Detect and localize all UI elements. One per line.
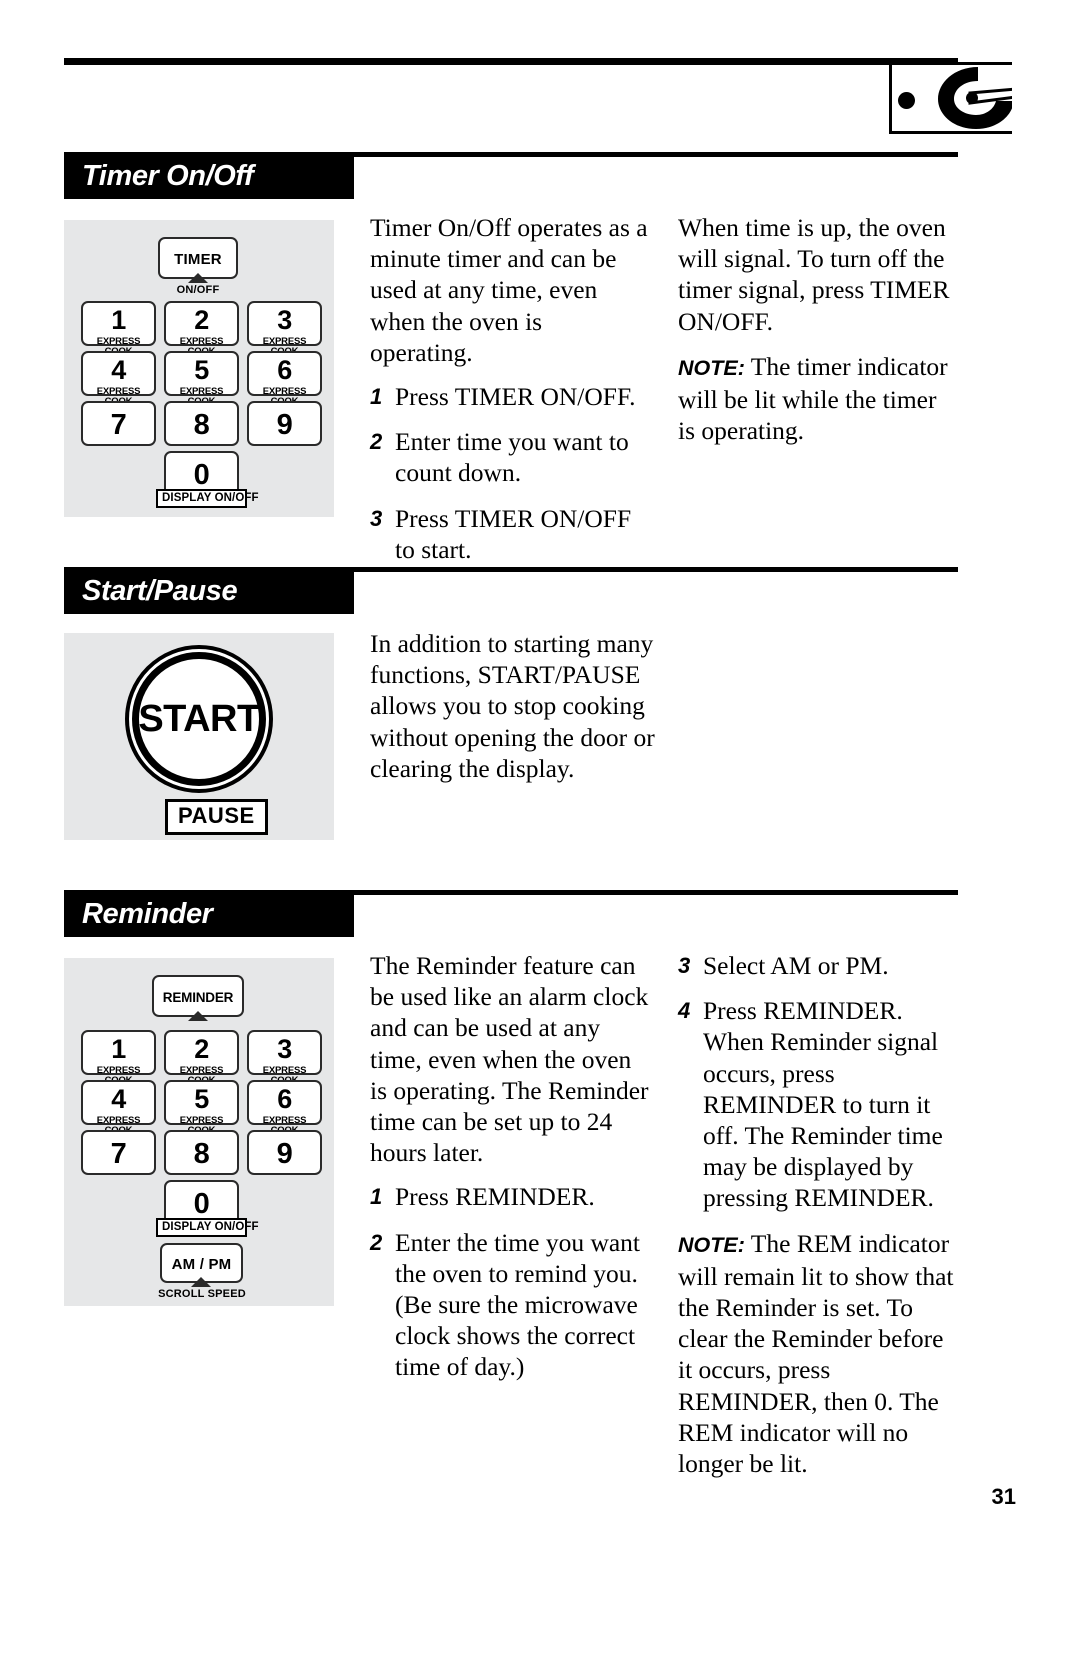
timer-step-1: 1 Press TIMER ON/OFF. bbox=[370, 381, 650, 412]
reminder-step-4: 4 Press REMINDER. When Reminder signal o… bbox=[678, 995, 958, 1213]
key-9-number: 9 bbox=[276, 409, 293, 441]
start-pause-paragraph: In addition to starting many functions, … bbox=[370, 629, 655, 783]
key-6[interactable]: 6 EXPRESS COOK bbox=[247, 1080, 322, 1135]
corner-icon-box bbox=[889, 62, 1012, 134]
start-pause-text-column: In addition to starting many functions, … bbox=[370, 628, 660, 798]
corner-dot-icon bbox=[898, 92, 915, 109]
reminder-text-column-left: The Reminder feature can be used like an… bbox=[370, 950, 650, 1397]
key-3[interactable]: 3 EXPRESS COOK bbox=[247, 1030, 322, 1085]
key-5-number: 5 bbox=[194, 355, 209, 385]
key-5-number: 5 bbox=[194, 1084, 209, 1114]
timer-key-caption: ON/OFF bbox=[176, 284, 220, 296]
timer-step-3-text: Press TIMER ON/OFF to start. bbox=[395, 503, 632, 564]
ampm-key-notch-icon bbox=[191, 1277, 211, 1287]
timer-intro-paragraph: Timer On/Off operates as a minute timer … bbox=[370, 213, 648, 367]
reminder-step-1-number: 1 bbox=[370, 1184, 383, 1210]
key-8[interactable]: 8 bbox=[164, 1130, 239, 1175]
key-1[interactable]: 1 EXPRESS COOK bbox=[81, 301, 156, 356]
key-4[interactable]: 4 EXPRESS COOK bbox=[81, 1080, 156, 1135]
reminder-step-3-number: 3 bbox=[678, 953, 691, 978]
timer-text-column-right: When time is up, the oven will signal. T… bbox=[678, 212, 958, 460]
timer-note-label: NOTE: bbox=[678, 355, 745, 380]
reminder-step-4-text: Press REMINDER. When Reminder signal occ… bbox=[703, 996, 943, 1213]
key-2-number: 2 bbox=[194, 305, 209, 335]
key-7[interactable]: 7 bbox=[81, 1130, 156, 1175]
key-8-number: 8 bbox=[193, 1138, 210, 1170]
section-title: Timer On/Off bbox=[82, 160, 254, 192]
key-9[interactable]: 9 bbox=[247, 401, 322, 446]
timer-step-3-number: 3 bbox=[370, 505, 383, 531]
pause-label: PAUSE bbox=[178, 803, 255, 828]
page-number: 31 bbox=[991, 1484, 1016, 1509]
timer-note: NOTE: The timer indicator will be lit wh… bbox=[678, 351, 958, 447]
reminder-text-column-right: 3 Select AM or PM. 4 Press REMINDER. Whe… bbox=[678, 950, 958, 1493]
reminder-step-2-text: Enter the time you want the oven to remi… bbox=[395, 1227, 641, 1382]
top-divider-rule bbox=[64, 58, 958, 65]
reminder-step-2-number: 2 bbox=[370, 1229, 383, 1255]
key-2[interactable]: 2 EXPRESS COOK bbox=[164, 1030, 239, 1085]
timer-step-2-number: 2 bbox=[370, 429, 383, 455]
key-1[interactable]: 1 EXPRESS COOK bbox=[81, 1030, 156, 1085]
key-8[interactable]: 8 bbox=[164, 401, 239, 446]
key-6-number: 6 bbox=[277, 355, 292, 385]
key-5[interactable]: 5 EXPRESS COOK bbox=[164, 1080, 239, 1135]
key-4[interactable]: 4 EXPRESS COOK bbox=[81, 351, 156, 406]
key-9[interactable]: 9 bbox=[247, 1130, 322, 1175]
reminder-step-3-text: Select AM or PM. bbox=[703, 951, 889, 980]
reminder-keypad-panel: REMINDER 1 EXPRESS COOK 2 EXPRESS COOK 3… bbox=[64, 958, 334, 1306]
reminder-step-3: 3 Select AM or PM. bbox=[678, 950, 958, 981]
timer-right-paragraph: When time is up, the oven will signal. T… bbox=[678, 213, 950, 336]
key-5[interactable]: 5 EXPRESS COOK bbox=[164, 351, 239, 406]
timer-step-1-number: 1 bbox=[370, 384, 383, 410]
section-title: Start/Pause bbox=[82, 575, 238, 607]
pause-label-box[interactable]: PAUSE bbox=[165, 799, 268, 835]
key-3[interactable]: 3 EXPRESS COOK bbox=[247, 301, 322, 356]
timer-step-2-text: Enter time you want to count down. bbox=[395, 427, 629, 488]
key-7-number: 7 bbox=[110, 409, 127, 441]
key-1-number: 1 bbox=[111, 1034, 126, 1064]
reminder-key-notch-icon bbox=[188, 1011, 208, 1021]
reminder-note-text: The REM indicator will remain lit to sho… bbox=[678, 1228, 954, 1479]
timer-step-3: 3 Press TIMER ON/OFF to start. bbox=[370, 503, 650, 565]
timer-step-1-text: Press TIMER ON/OFF. bbox=[395, 382, 636, 412]
key-7-number: 7 bbox=[110, 1138, 127, 1170]
key-7[interactable]: 7 bbox=[81, 401, 156, 446]
key-4-number: 4 bbox=[111, 1084, 126, 1114]
key-0-number: 0 bbox=[193, 1188, 210, 1220]
reminder-step-1-text: Press REMINDER. bbox=[395, 1182, 595, 1212]
manual-page: Timer On/Off TIMER ON/OFF 1 EXPRESS COOK… bbox=[0, 0, 1080, 1669]
key-8-number: 8 bbox=[193, 409, 210, 441]
key-4-number: 4 bbox=[111, 355, 126, 385]
reminder-step-1: 1 Press REMINDER. bbox=[370, 1181, 650, 1212]
section-title: Reminder bbox=[82, 898, 213, 930]
microwave-dial-icon bbox=[938, 67, 1012, 129]
scroll-speed-caption: SCROLL SPEED bbox=[158, 1288, 246, 1300]
reminder-intro-paragraph: The Reminder feature can be used like an… bbox=[370, 951, 649, 1168]
start-pause-panel: START PAUSE bbox=[64, 633, 334, 840]
display-onoff-caption: DISPLAY ON/OFF bbox=[156, 489, 259, 508]
reminder-note: NOTE: The REM indicator will remain lit … bbox=[678, 1228, 958, 1480]
reminder-step-2: 2 Enter the time you want the oven to re… bbox=[370, 1227, 650, 1383]
key-1-number: 1 bbox=[111, 305, 126, 335]
key-6[interactable]: 6 EXPRESS COOK bbox=[247, 351, 322, 406]
timer-text-column-left: Timer On/Off operates as a minute timer … bbox=[370, 212, 650, 579]
display-onoff-caption: DISPLAY ON/OFF bbox=[156, 1218, 259, 1237]
key-9-number: 9 bbox=[276, 1138, 293, 1170]
timer-step-2: 2 Enter time you want to count down. bbox=[370, 426, 650, 488]
start-button[interactable]: START bbox=[132, 652, 266, 786]
key-2[interactable]: 2 EXPRESS COOK bbox=[164, 301, 239, 356]
reminder-note-label: NOTE: bbox=[678, 1232, 745, 1257]
timer-key-notch-icon bbox=[188, 273, 208, 283]
reminder-step-4-number: 4 bbox=[678, 998, 691, 1024]
key-6-number: 6 bbox=[277, 1084, 292, 1114]
key-3-number: 3 bbox=[277, 305, 292, 335]
timer-keypad-panel: TIMER ON/OFF 1 EXPRESS COOK 2 EXPRESS CO… bbox=[64, 220, 334, 517]
key-0-number: 0 bbox=[193, 459, 210, 491]
key-2-number: 2 bbox=[194, 1034, 209, 1064]
key-3-number: 3 bbox=[277, 1034, 292, 1064]
start-button-label: START bbox=[138, 697, 260, 740]
